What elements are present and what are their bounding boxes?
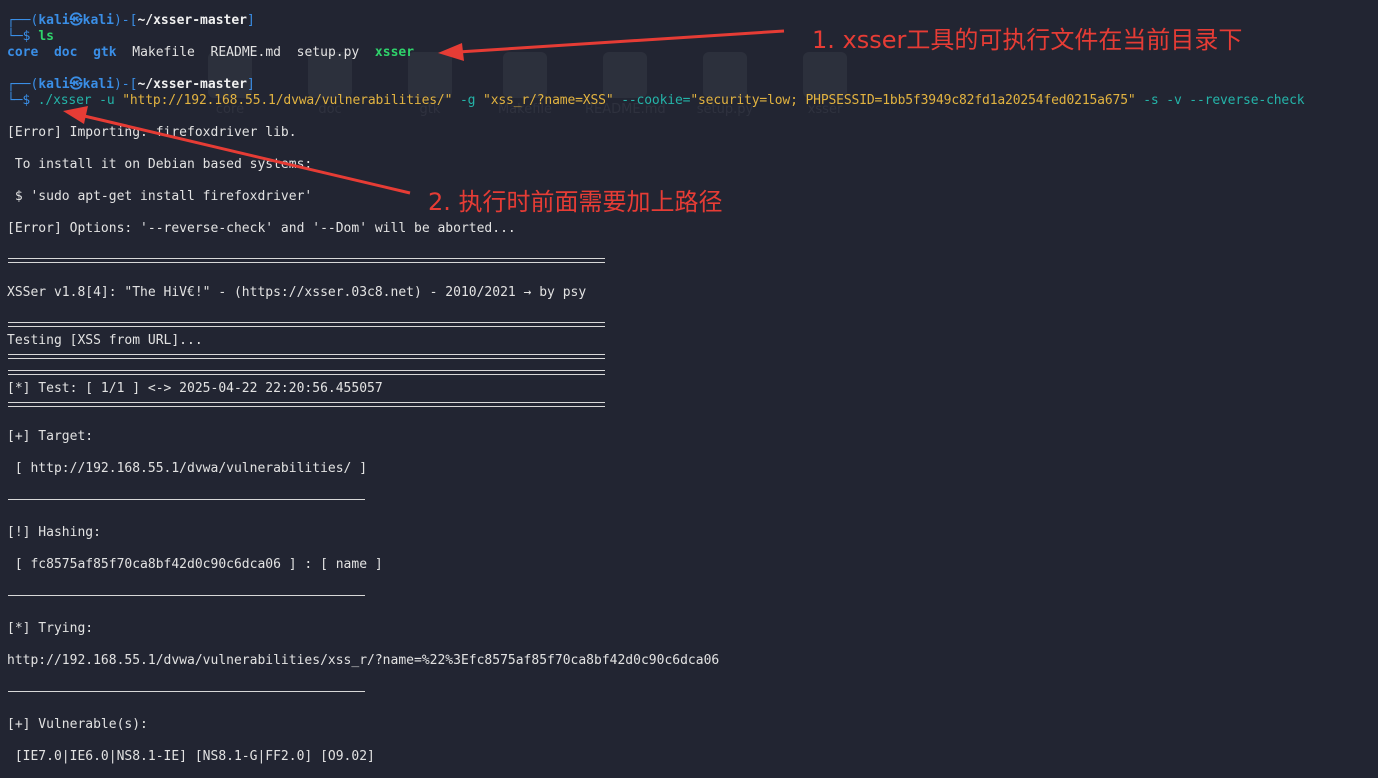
single-rule bbox=[8, 499, 365, 500]
trying-heading: [*] Trying: bbox=[7, 621, 94, 636]
ls-output: core doc gtk Makefile README.md setup.py… bbox=[7, 45, 414, 61]
command-line-2: └─$ ./xsser -u "http://192.168.55.1/dvwa… bbox=[7, 93, 1305, 108]
install-hint-line: To install it on Debian based systems: bbox=[7, 157, 313, 172]
double-rule bbox=[8, 354, 605, 359]
dir-gtk: gtk bbox=[93, 45, 117, 60]
double-rule bbox=[8, 322, 605, 327]
target-heading: [+] Target: bbox=[7, 429, 94, 444]
file-readme: README.md bbox=[210, 45, 281, 60]
dir-doc: doc bbox=[53, 45, 78, 60]
double-rule bbox=[8, 402, 605, 407]
target-value: [ http://192.168.55.1/dvwa/vulnerabiliti… bbox=[7, 461, 368, 476]
command-line-1: └─$ ls bbox=[7, 29, 54, 44]
exec-xsser: xsser bbox=[374, 45, 415, 60]
install-command-line: $ 'sudo apt-get install firefoxdriver' bbox=[7, 189, 313, 204]
banner-line: XSSer v1.8[4]: "The HiV€!" - (https://xs… bbox=[7, 285, 587, 300]
test-line: [*] Test: [ 1/1 ] <-> 2025-04-22 22:20:5… bbox=[7, 381, 383, 396]
testing-line: Testing [XSS from URL]... bbox=[7, 333, 203, 348]
vulnerable-heading: [+] Vulnerable(s): bbox=[7, 717, 148, 732]
error-options-line: [Error] Options: '--reverse-check' and '… bbox=[7, 221, 516, 236]
prompt-line-1: ┌──(kali㉿kali)-[~/xsser-master] bbox=[7, 13, 255, 28]
vulnerable-value: [IE7.0|IE6.0|NS8.1-IE] [NS8.1-G|FF2.0] [… bbox=[7, 749, 375, 764]
single-rule bbox=[8, 595, 365, 596]
error-import-line: [Error] Importing: firefoxdriver lib. bbox=[7, 125, 297, 140]
prompt-line-2: ┌──(kali㉿kali)-[~/xsser-master] bbox=[7, 77, 255, 92]
annotation-note-1: 1. xsser工具的可执行文件在当前目录下 bbox=[812, 26, 1243, 54]
terminal-window[interactable]: ┌──(kali㉿kali)-[~/xsser-master] └─$ ls c… bbox=[0, 0, 1378, 778]
file-makefile: Makefile bbox=[132, 45, 195, 60]
hashing-heading: [!] Hashing: bbox=[7, 525, 101, 540]
annotation-note-2: 2. 执行时前面需要加上路径 bbox=[428, 188, 723, 216]
hashing-value: [ fc8575af85f70ca8bf42d0c90c6dca06 ] : [… bbox=[7, 557, 383, 572]
trying-value: http://192.168.55.1/dvwa/vulnerabilities… bbox=[7, 653, 720, 668]
single-rule bbox=[8, 691, 365, 692]
file-setup: setup.py bbox=[296, 45, 360, 60]
double-rule bbox=[8, 258, 605, 263]
double-rule bbox=[8, 370, 605, 375]
dir-core: core bbox=[7, 45, 39, 60]
